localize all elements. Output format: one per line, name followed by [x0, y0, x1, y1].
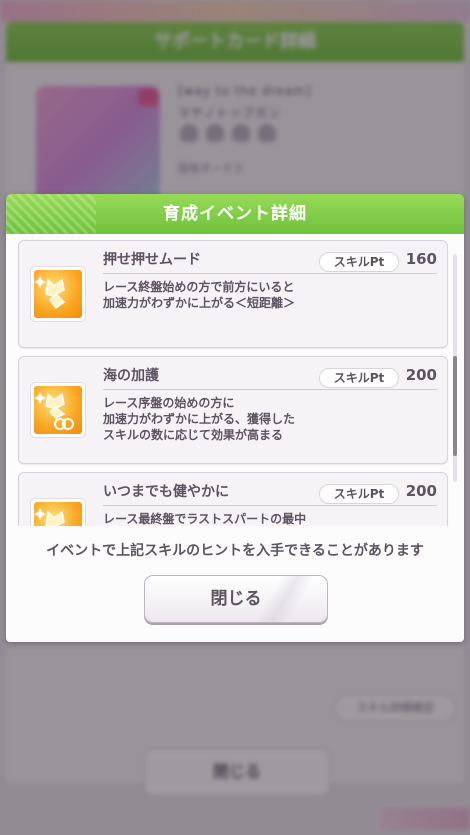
speed-up-icon: [31, 499, 85, 526]
skill-description: レース序盤の始めの方に 加速力がわずかに上がる、獲得した スキルの数に応じて効果…: [103, 396, 296, 442]
skill-name: いつまでも健やかに: [103, 484, 229, 500]
header-pattern: [6, 194, 96, 234]
skill-card[interactable]: 海の加護 スキルPt 200 レース序盤の始めの方に 加速力がわずかに上がる、獲…: [18, 356, 448, 464]
skill-pt-value: 160: [405, 250, 437, 268]
skill-card[interactable]: いつまでも健やかに スキルPt 200 レース最終盤でラストスパートの最中: [18, 472, 448, 526]
skill-name: 海の加護: [103, 368, 159, 384]
skill-pt-value: 200: [405, 482, 437, 500]
close-button[interactable]: 閉じる: [144, 575, 328, 623]
divider: [103, 505, 437, 506]
modal-title: 育成イベント詳細: [163, 204, 307, 224]
divider: [103, 389, 437, 390]
modal-header: 育成イベント詳細: [6, 194, 464, 234]
skill-name: 押せ押せムード: [103, 252, 201, 268]
acceleration-icon: [31, 383, 85, 437]
divider: [103, 273, 437, 274]
skill-pt-value: 200: [405, 366, 437, 384]
close-button-label: 閉じる: [210, 589, 262, 609]
skill-pt-label: スキルPt: [319, 368, 399, 388]
scrollbar[interactable]: [453, 254, 457, 482]
skill-list[interactable]: 押せ押せムード スキルPt 160 レース終盤始めの方で前方にいると 加速力がわ…: [6, 234, 464, 526]
skill-pt-label: スキルPt: [319, 484, 399, 504]
skill-description: レース終盤始めの方で前方にいると 加速力がわずかに上がる＜短距離＞: [103, 280, 296, 310]
skill-card[interactable]: 押せ押せムード スキルPt 160 レース終盤始めの方で前方にいると 加速力がわ…: [18, 240, 448, 348]
skill-description: レース最終盤でラストスパートの最中: [103, 512, 307, 526]
speed-up-icon: [31, 267, 85, 321]
event-detail-modal: 育成イベント詳細 押せ押せムード スキルPt 160 レース終盤始めの方で前方に…: [6, 194, 464, 642]
skill-pt-label: スキルPt: [319, 252, 399, 272]
scroll-thumb[interactable]: [453, 356, 457, 456]
notice-text: イベントで上記スキルのヒントを入手できることがあります: [46, 543, 424, 559]
